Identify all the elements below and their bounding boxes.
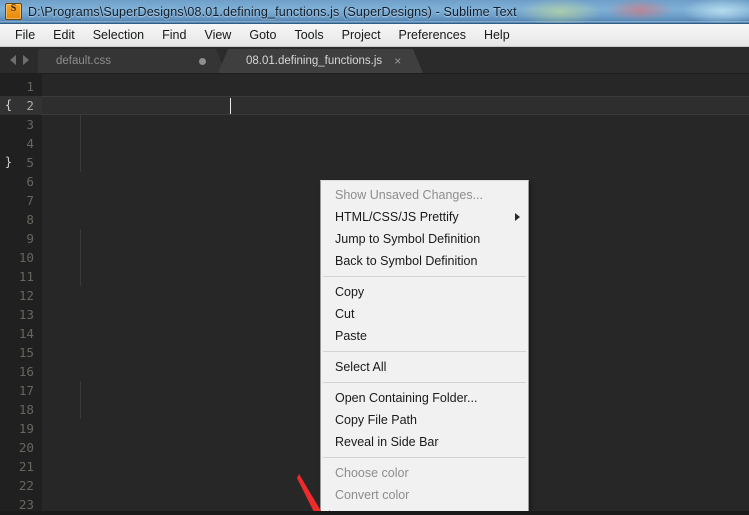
- context-menu-item-cut[interactable]: Cut: [321, 303, 528, 325]
- context-menu-item-convert-color: Convert color: [321, 484, 528, 506]
- context-menu-item-label: Reveal in Side Bar: [335, 435, 439, 449]
- sublime-text-window: D:\Programs\SuperDesigns\08.01.defining_…: [0, 0, 749, 515]
- line-number: 9: [26, 231, 34, 246]
- tab-nav-arrows: [0, 47, 38, 73]
- menu-help[interactable]: Help: [475, 27, 519, 44]
- context-menu[interactable]: Show Unsaved Changes... HTML/CSS/JS Prett…: [320, 180, 529, 511]
- context-menu-item-back-to-symbol-definition[interactable]: Back to Symbol Definition: [321, 250, 528, 272]
- context-menu-item-label: Copy: [335, 285, 365, 299]
- context-menu-item-show-unsaved-changes: Show Unsaved Changes...: [321, 184, 528, 206]
- tab-prev-arrow-icon[interactable]: [10, 55, 16, 65]
- line-number: 8: [26, 212, 34, 227]
- context-menu-item-label: Back to Symbol Definition: [335, 254, 478, 268]
- text-caret: [229, 98, 231, 114]
- indent-guide: [80, 381, 81, 419]
- context-menu-item-html-css-js-prettify[interactable]: HTML/CSS/JS Prettify: [321, 206, 528, 228]
- tab-dirty-dot-icon: [199, 57, 206, 65]
- context-menu-item-label: Select All: [335, 360, 387, 374]
- tab-default-css[interactable]: default.css: [38, 49, 226, 73]
- context-menu-item-label: HTML/CSS/JS Prettify: [335, 210, 459, 224]
- context-menu-item-label: Convert color: [335, 488, 410, 502]
- line-number: 15: [18, 345, 34, 360]
- context-menu-item-jump-to-symbol-definition[interactable]: Jump to Symbol Definition: [321, 228, 528, 250]
- context-menu-item-label: Copy File Path: [335, 413, 417, 427]
- context-menu-item-label: Open Containing Folder...: [335, 391, 478, 405]
- line-number: 21: [18, 459, 34, 474]
- menu-view[interactable]: View: [195, 27, 240, 44]
- context-menu-item-label: Choose color: [335, 466, 409, 480]
- line-number: 17: [18, 383, 34, 398]
- line-number: 12: [18, 288, 34, 303]
- window-title: D:\Programs\SuperDesigns\08.01.defining_…: [28, 4, 517, 19]
- context-menu-item-label: Jump to Symbol Definition: [335, 232, 481, 246]
- line-number: 3: [26, 117, 34, 132]
- context-menu-item-label: Go to variable definition: [335, 510, 466, 511]
- line-number: 18: [18, 402, 34, 417]
- submenu-chevron-right-icon: [515, 213, 520, 221]
- tab-bar: default.css 08.01.defining_functions.js …: [0, 47, 749, 74]
- context-menu-separator: [323, 457, 526, 458]
- context-menu-item-label: Cut: [335, 307, 355, 321]
- code-fold-marker-icon[interactable]: {: [2, 96, 15, 115]
- line-number: 19: [18, 421, 34, 436]
- context-menu-separator: [323, 276, 526, 277]
- context-menu-item-label: Show Unsaved Changes...: [335, 188, 484, 202]
- line-number: 22: [18, 478, 34, 493]
- line-number: 11: [18, 269, 34, 284]
- menu-selection[interactable]: Selection: [84, 27, 153, 44]
- context-menu-item-reveal-in-side-bar[interactable]: Reveal in Side Bar: [321, 431, 528, 453]
- line-number: 6: [26, 174, 34, 189]
- line-number: 23: [18, 497, 34, 511]
- code-fold-marker-icon[interactable]: }: [2, 153, 15, 172]
- tab-defining-functions-js[interactable]: 08.01.defining_functions.js ×: [217, 49, 424, 73]
- line-number: 13: [18, 307, 34, 322]
- menu-goto[interactable]: Goto: [240, 27, 285, 44]
- line-number-gutter: 1 2{3 4 5} 6 7 8 9 10 11 12 13 14 15 16 17 18 19 20 21 22 23: [0, 74, 42, 511]
- context-menu-item-go-to-variable-definition: Go to variable definition: [321, 506, 528, 511]
- sublime-text-icon: [5, 3, 22, 20]
- menu-file[interactable]: File: [6, 27, 44, 44]
- menu-edit[interactable]: Edit: [44, 27, 84, 44]
- tab-label: 08.01.defining_functions.js: [246, 55, 383, 67]
- tab-close-icon[interactable]: ×: [394, 55, 401, 67]
- line-number: 20: [18, 440, 34, 455]
- tab-next-arrow-icon[interactable]: [23, 55, 29, 65]
- context-menu-item-copy-file-path[interactable]: Copy File Path: [321, 409, 528, 431]
- code-editor[interactable]: 1 2{3 4 5} 6 7 8 9 10 11 12 13 14 15 16 17 18 19 20 21 22 23 …: [0, 74, 749, 511]
- menu-preferences[interactable]: Preferences: [390, 27, 475, 44]
- line-number: 14: [18, 326, 34, 341]
- menu-tools[interactable]: Tools: [285, 27, 332, 44]
- context-menu-item-select-all[interactable]: Select All: [321, 356, 528, 378]
- context-menu-item-choose-color: Choose color: [321, 462, 528, 484]
- title-bar: D:\Programs\SuperDesigns\08.01.defining_…: [0, 0, 749, 24]
- context-menu-item-open-containing-folder[interactable]: Open Containing Folder...: [321, 387, 528, 409]
- context-menu-item-copy[interactable]: Copy: [321, 281, 528, 303]
- line-number: 16: [18, 364, 34, 379]
- line-number: 1: [26, 79, 34, 94]
- menu-find[interactable]: Find: [153, 27, 195, 44]
- active-line-highlight: [42, 96, 749, 115]
- context-menu-separator: [323, 382, 526, 383]
- menu-bar: File Edit Selection Find View Goto Tools Projec…: [0, 24, 749, 47]
- line-number: 10: [18, 250, 34, 265]
- context-menu-separator: [323, 351, 526, 352]
- indent-guide: [80, 229, 81, 286]
- line-number: 7: [26, 193, 34, 208]
- tab-label: default.css: [56, 55, 111, 67]
- context-menu-item-paste[interactable]: Paste: [321, 325, 528, 347]
- context-menu-item-label: Paste: [335, 329, 367, 343]
- line-number: 4: [26, 136, 34, 151]
- indent-guide: [80, 115, 81, 172]
- menu-project[interactable]: Project: [333, 27, 390, 44]
